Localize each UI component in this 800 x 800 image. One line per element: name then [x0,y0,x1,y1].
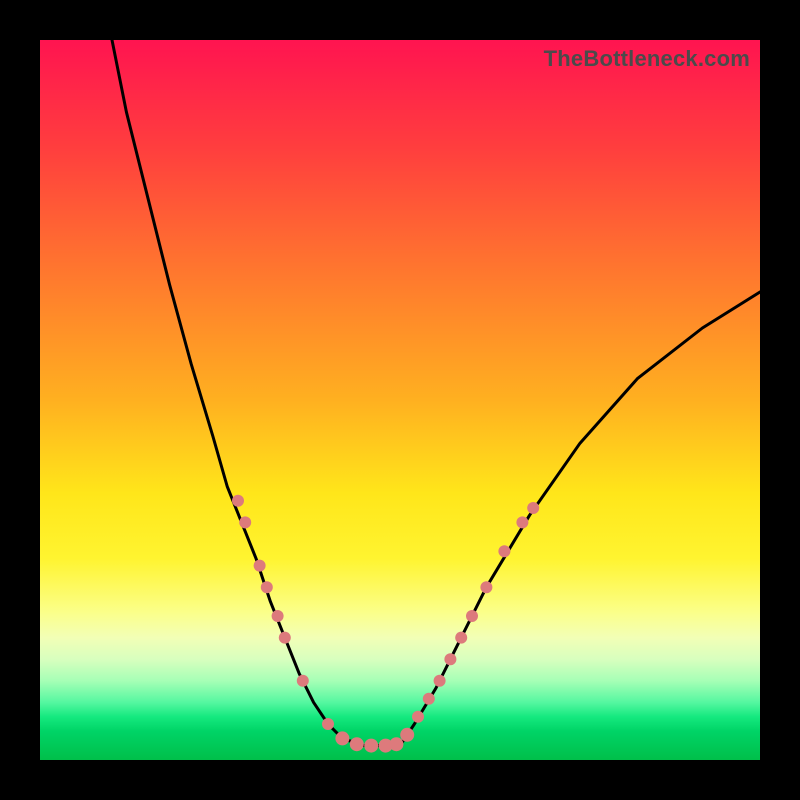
curve-group [112,40,760,746]
data-point [335,731,349,745]
data-point [239,516,251,528]
data-point [498,545,510,557]
data-point [272,610,284,622]
data-point [444,653,456,665]
chart-container: TheBottleneck.com [0,0,800,800]
data-point [322,718,334,730]
data-point [254,560,266,572]
attribution-label: TheBottleneck.com [544,46,750,72]
data-point [364,739,378,753]
data-point [232,495,244,507]
bottleneck-curve [112,40,760,746]
data-point [350,737,364,751]
x-axis-border [40,760,760,800]
y-axis-border [0,40,40,760]
data-point [389,737,403,751]
data-point [423,693,435,705]
data-point [297,675,309,687]
data-point [279,632,291,644]
data-point [466,610,478,622]
data-point [480,581,492,593]
data-point [434,675,446,687]
data-point [455,632,467,644]
plot-svg [40,40,760,760]
data-point [527,502,539,514]
data-point [412,711,424,723]
data-point [261,581,273,593]
data-point [516,516,528,528]
data-point [400,728,414,742]
plot-area: TheBottleneck.com [40,40,760,760]
